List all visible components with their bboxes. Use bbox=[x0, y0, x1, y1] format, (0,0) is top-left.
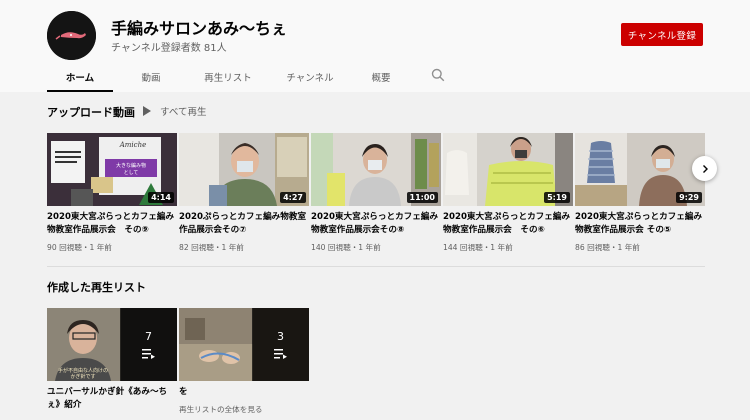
playlist-overlay: 7 bbox=[120, 308, 177, 381]
subscribe-button[interactable]: チャンネル登録 bbox=[621, 23, 703, 46]
video-thumbnail[interactable]: 大きな編み物 として Amiche 4:14 bbox=[47, 133, 177, 206]
video-title[interactable]: 2020東大宮ぷらっとカフェ編み物教室作品展示会 その⑤ bbox=[575, 211, 705, 237]
video-thumbnail[interactable]: 5:19 bbox=[443, 133, 573, 206]
video-thumbnail[interactable]: 9:29 bbox=[575, 133, 705, 206]
video-title[interactable]: 2020東大宮ぷらっとカフェ編み物教室作品展示会 その⑨ bbox=[47, 211, 177, 237]
playlist-card[interactable]: 手が不自由な人向けの かぎ針です 7 ユニバーサルかぎ針《あみ〜ちぇ》紹介 bbox=[47, 308, 177, 412]
video-card[interactable]: 5:19 2020東大宮ぷらっとカフェ編み物教室作品展示会 その⑥ 144 回視… bbox=[443, 133, 573, 253]
playlist-icon bbox=[141, 349, 155, 359]
subscriber-count: チャンネル登録者数 81人 bbox=[111, 43, 227, 54]
playlist-thumbnail[interactable]: 3 bbox=[179, 308, 309, 381]
video-duration: 4:27 bbox=[280, 192, 306, 203]
channel-avatar[interactable] bbox=[47, 11, 96, 60]
video-title[interactable]: 2020東大宮ぷらっとカフェ編み物教室作品展示会 その⑥ bbox=[443, 211, 573, 237]
play-all-button[interactable]: すべて再生 bbox=[143, 104, 206, 118]
svg-text:Amiche: Amiche bbox=[119, 141, 147, 149]
video-card[interactable]: 11:00 2020東大宮ぷらっとカフェ編み物教室作品展示会その⑧ 140 回視… bbox=[311, 133, 441, 253]
tab-channels[interactable]: チャンネル bbox=[277, 66, 343, 92]
video-meta: 82 回視聴・1 年前 bbox=[179, 243, 244, 252]
play-icon bbox=[143, 106, 151, 116]
video-title[interactable]: 2020ぷらっとカフェ編み物教室作品展示会その⑦ bbox=[179, 211, 309, 237]
video-card[interactable]: 大きな編み物 として Amiche 4:14 2020東大宮ぷらっとカフェ編み物… bbox=[47, 133, 177, 253]
tab-playlists[interactable]: 再生リスト bbox=[189, 66, 267, 92]
playlist-card[interactable]: 3 を 再生リストの全体を見る bbox=[179, 308, 309, 415]
video-duration: 11:00 bbox=[406, 192, 438, 203]
uploads-section-title: アップロード動画 bbox=[47, 106, 135, 119]
svg-text:かぎ針です: かぎ針です bbox=[70, 373, 95, 380]
playlist-video-count: 3 bbox=[277, 330, 284, 343]
playlist-icon bbox=[273, 349, 287, 359]
svg-text:大きな編み物: 大きな編み物 bbox=[116, 162, 146, 169]
svg-text:手が不自由な人向けの: 手が不自由な人向けの bbox=[58, 367, 108, 374]
video-meta: 144 回視聴・1 年前 bbox=[443, 243, 513, 252]
tab-home[interactable]: ホーム bbox=[47, 66, 113, 92]
video-duration: 4:14 bbox=[148, 192, 174, 203]
video-duration: 9:29 bbox=[676, 192, 702, 203]
tab-about[interactable]: 概要 bbox=[353, 66, 409, 92]
video-title[interactable]: 2020東大宮ぷらっとカフェ編み物教室作品展示会その⑧ bbox=[311, 211, 441, 237]
video-meta: 140 回視聴・1 年前 bbox=[311, 243, 381, 252]
channel-tabs: ホーム 動画 再生リスト チャンネル 概要 bbox=[47, 66, 453, 92]
video-duration: 5:19 bbox=[544, 192, 570, 203]
video-card[interactable]: 4:27 2020ぷらっとカフェ編み物教室作品展示会その⑦ 82 回視聴・1 年… bbox=[179, 133, 309, 253]
video-meta: 86 回視聴・1 年前 bbox=[575, 243, 640, 252]
channel-header: 手編みサロンあみ〜ちぇ チャンネル登録者数 81人 チャンネル登録 ホーム 動画… bbox=[0, 0, 750, 92]
playlists-section-title: 作成した再生リスト bbox=[47, 281, 146, 294]
play-all-label: すべて再生 bbox=[160, 107, 207, 118]
chevron-right-icon bbox=[702, 164, 708, 173]
playlist-thumbnail[interactable]: 手が不自由な人向けの かぎ針です 7 bbox=[47, 308, 177, 381]
playlist-title[interactable]: を bbox=[179, 386, 309, 399]
search-icon[interactable] bbox=[423, 66, 453, 92]
section-divider bbox=[47, 266, 705, 267]
video-thumbnail[interactable]: 11:00 bbox=[311, 133, 441, 206]
playlist-video-count: 7 bbox=[145, 330, 152, 343]
playlist-title[interactable]: ユニバーサルかぎ針《あみ〜ちぇ》紹介 bbox=[47, 386, 177, 412]
video-meta: 90 回視聴・1 年前 bbox=[47, 243, 112, 252]
video-thumbnail[interactable]: 4:27 bbox=[179, 133, 309, 206]
video-card[interactable]: 9:29 2020東大宮ぷらっとカフェ編み物教室作品展示会 その⑤ 86 回視聴… bbox=[575, 133, 705, 253]
svg-text:として: として bbox=[124, 170, 139, 176]
carousel-next-button[interactable] bbox=[692, 156, 717, 181]
channel-name: 手編みサロンあみ〜ちぇ bbox=[111, 19, 288, 38]
playlist-overlay: 3 bbox=[252, 308, 309, 381]
tab-videos[interactable]: 動画 bbox=[123, 66, 179, 92]
view-full-playlist-link[interactable]: 再生リストの全体を見る bbox=[179, 404, 309, 415]
